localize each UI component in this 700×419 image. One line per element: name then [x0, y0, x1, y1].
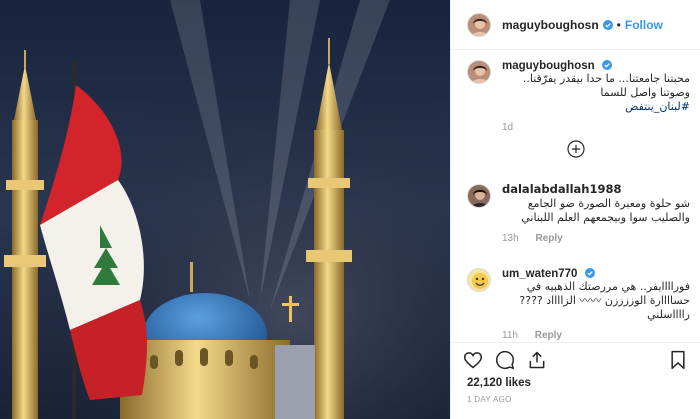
- caption: maguyboughosn محبتنا جامعتنا... ما حدا ب…: [467, 58, 690, 133]
- share-icon[interactable]: [527, 350, 547, 370]
- post-header: maguyboughosn • Follow: [451, 0, 700, 50]
- caption-text: محبتنا جامعتنا... ما حدا بيقدر يفرّقنا..…: [522, 72, 690, 99]
- post-actions: 22,120 likes 1 DAY AGO: [451, 342, 700, 419]
- comment-item: um_waten770 فوراااايفر.. هي مررصتك الذهب…: [467, 266, 690, 341]
- profile-avatar[interactable]: [467, 12, 491, 37]
- reply-button[interactable]: Reply: [535, 330, 562, 341]
- bookmark-icon[interactable]: [668, 350, 688, 370]
- comment-avatar[interactable]: [467, 184, 491, 208]
- post-side-panel: maguyboughosn • Follow maguyboughosn محب…: [450, 0, 700, 419]
- caption-username[interactable]: maguyboughosn: [502, 60, 595, 72]
- comment-time: 13h: [502, 233, 519, 244]
- comment-text: فوراااايفر.. هي مررصتك الذهبيه في حساااا…: [519, 280, 690, 321]
- instagram-post: maguyboughosn • Follow maguyboughosn محب…: [0, 0, 700, 419]
- heart-icon[interactable]: [463, 350, 483, 370]
- header-separator: •: [616, 17, 621, 32]
- likes-count[interactable]: 22,120 likes: [463, 377, 688, 389]
- comment-icon[interactable]: [495, 350, 515, 370]
- post-date: 1 DAY AGO: [467, 395, 512, 404]
- verified-badge-icon: [601, 60, 612, 70]
- load-more-comments[interactable]: [451, 140, 700, 161]
- caption-time: 1d: [502, 122, 514, 133]
- load-more-plus-icon[interactable]: [567, 140, 585, 158]
- caption-hashtag[interactable]: #لبنان_ينتفض: [625, 100, 690, 113]
- comment-time: 11h: [502, 330, 518, 341]
- comment-text: شو حلوة ومعبرة الصورة ضو الجامع والصليب …: [521, 197, 690, 224]
- comment-avatar[interactable]: [467, 268, 491, 292]
- mosque-night-image: [0, 0, 450, 419]
- follow-button[interactable]: Follow: [625, 18, 663, 32]
- post-photo[interactable]: [0, 0, 450, 419]
- verified-badge-icon: [602, 19, 613, 30]
- reply-button[interactable]: Reply: [535, 233, 562, 244]
- comment-username[interactable]: um_waten770: [502, 268, 577, 280]
- comment-username[interactable]: dalalabdallah1988: [502, 182, 621, 196]
- comment-item: dalalabdallah1988 شو حلوة ومعبرة الصورة …: [467, 182, 690, 244]
- verified-badge-icon: [584, 268, 595, 278]
- caption-avatar[interactable]: [467, 60, 491, 84]
- header-username[interactable]: maguyboughosn: [502, 18, 599, 32]
